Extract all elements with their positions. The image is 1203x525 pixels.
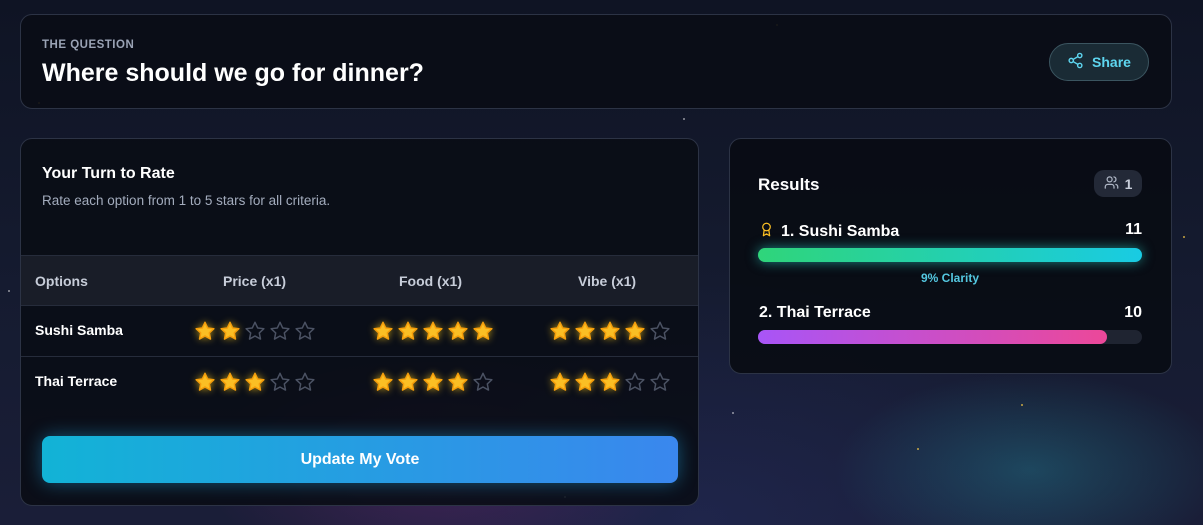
star-empty-icon[interactable]	[649, 371, 671, 393]
star-filled-icon[interactable]	[549, 371, 571, 393]
result-bar-fill	[758, 248, 1142, 262]
table-row: Thai Terrace	[21, 357, 698, 408]
column-header-vibe: Vibe (x1)	[578, 273, 637, 289]
star-rating-price[interactable]	[194, 371, 316, 393]
star-filled-icon[interactable]	[599, 320, 621, 342]
star-filled-icon[interactable]	[397, 371, 419, 393]
star-filled-icon[interactable]	[422, 320, 444, 342]
star-filled-icon[interactable]	[472, 320, 494, 342]
rating-card: Your Turn to Rate Rate each option from …	[20, 138, 699, 506]
background-star	[732, 412, 734, 414]
result-label: 2. Thai Terrace	[759, 304, 871, 321]
share-label: Share	[1092, 54, 1131, 70]
star-empty-icon[interactable]	[269, 371, 291, 393]
column-header-options: Options	[35, 273, 88, 289]
star-empty-icon[interactable]	[472, 371, 494, 393]
star-rating-vibe[interactable]	[549, 320, 671, 342]
result-bar-fill	[758, 330, 1108, 344]
background-star	[917, 448, 919, 450]
option-name: Thai Terrace	[35, 373, 118, 389]
question-label: THE QUESTION	[42, 39, 135, 51]
star-filled-icon[interactable]	[574, 320, 596, 342]
star-filled-icon[interactable]	[219, 371, 241, 393]
users-icon	[1104, 175, 1119, 193]
star-rating-food[interactable]	[372, 320, 494, 342]
star-filled-icon[interactable]	[194, 371, 216, 393]
results-title: Results	[758, 175, 820, 194]
star-filled-icon[interactable]	[422, 371, 444, 393]
clarity-label: 9% Clarity	[920, 271, 980, 285]
result-item-name: 1. Sushi Samba	[759, 221, 899, 243]
star-filled-icon[interactable]	[219, 320, 241, 342]
column-header-food: Food (x1)	[399, 273, 462, 289]
result-item-name: 2. Thai Terrace	[759, 304, 871, 322]
star-filled-icon[interactable]	[244, 371, 266, 393]
question-card: THE QUESTION Where should we go for dinn…	[20, 14, 1172, 109]
star-empty-icon[interactable]	[294, 371, 316, 393]
background-star	[8, 290, 10, 292]
result-score: 10	[1124, 304, 1142, 321]
column-header-price: Price (x1)	[223, 273, 287, 289]
star-filled-icon[interactable]	[194, 320, 216, 342]
star-filled-icon[interactable]	[397, 320, 419, 342]
star-filled-icon[interactable]	[574, 371, 596, 393]
star-empty-icon[interactable]	[624, 371, 646, 393]
background-star	[1183, 236, 1185, 238]
background-star	[1021, 404, 1023, 406]
star-filled-icon[interactable]	[447, 320, 469, 342]
share-icon	[1067, 52, 1084, 72]
update-vote-button[interactable]: Update My Vote	[42, 436, 678, 483]
star-filled-icon[interactable]	[372, 320, 394, 342]
rating-table-header: Options Price (x1) Food (x1) Vibe (x1)	[21, 255, 698, 306]
star-empty-icon[interactable]	[244, 320, 266, 342]
option-name: Sushi Samba	[35, 322, 123, 338]
rating-subtitle: Rate each option from 1 to 5 stars for a…	[42, 193, 331, 208]
star-rating-food[interactable]	[372, 371, 494, 393]
star-filled-icon[interactable]	[624, 320, 646, 342]
results-card: Results 1 1. Sushi Samba 11 9% Clarity 2…	[729, 138, 1172, 374]
star-filled-icon[interactable]	[372, 371, 394, 393]
star-empty-icon[interactable]	[269, 320, 291, 342]
star-filled-icon[interactable]	[549, 320, 571, 342]
star-filled-icon[interactable]	[599, 371, 621, 393]
share-button[interactable]: Share	[1049, 43, 1149, 81]
rating-title: Your Turn to Rate	[42, 165, 175, 182]
star-rating-vibe[interactable]	[549, 371, 671, 393]
result-bar	[758, 330, 1142, 344]
voter-count-badge: 1	[1094, 170, 1142, 197]
table-row: Sushi Samba	[21, 306, 698, 357]
voter-count: 1	[1124, 175, 1133, 192]
question-title: Where should we go for dinner?	[42, 59, 424, 87]
result-bar	[758, 248, 1142, 262]
star-empty-icon[interactable]	[649, 320, 671, 342]
result-score: 11	[1125, 221, 1142, 238]
star-empty-icon[interactable]	[294, 320, 316, 342]
award-icon	[759, 221, 774, 243]
result-label: 1. Sushi Samba	[781, 223, 900, 240]
background-star	[683, 118, 685, 120]
star-filled-icon[interactable]	[447, 371, 469, 393]
star-rating-price[interactable]	[194, 320, 316, 342]
